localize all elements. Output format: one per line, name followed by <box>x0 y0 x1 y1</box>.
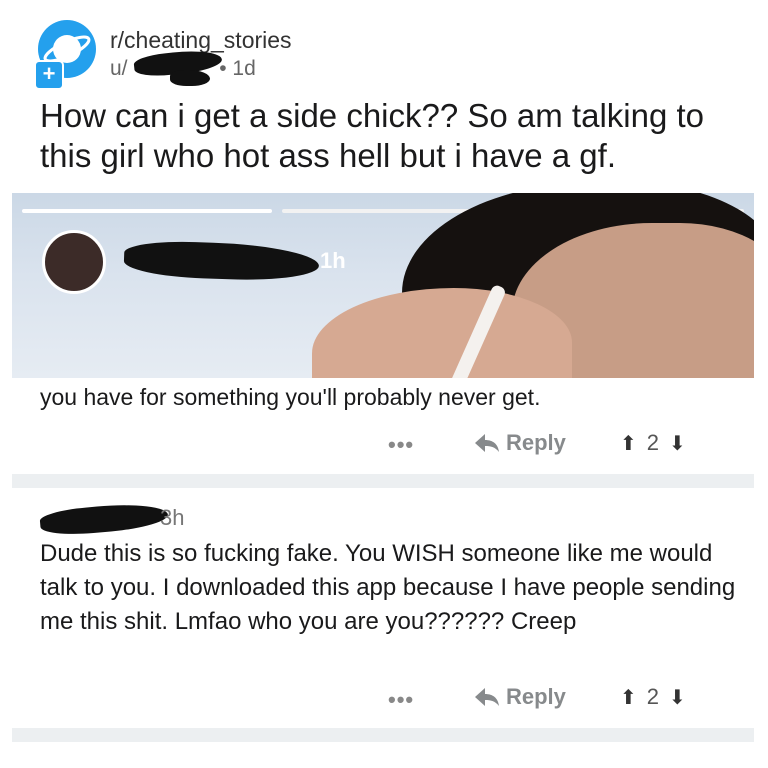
story-image[interactable]: 1h <box>12 193 754 378</box>
photo-shoulder <box>312 288 572 378</box>
vote-count: 2 <box>646 684 660 709</box>
downvote-icon[interactable]: ⬇ <box>669 685 686 710</box>
vote-count: 2 <box>646 430 660 455</box>
section-divider <box>12 728 754 742</box>
subreddit-name[interactable]: r/cheating_stories <box>110 27 292 54</box>
avatar[interactable] <box>42 230 106 294</box>
comment-text: Dude this is so fucking fake. You WISH s… <box>40 540 736 635</box>
story-progress-bar <box>22 209 272 213</box>
upvote-icon[interactable]: ⬆ <box>620 431 637 456</box>
join-plus-icon[interactable]: + <box>34 60 64 90</box>
vote-controls: ⬆ 2 ⬇ <box>620 430 686 456</box>
username-redaction <box>170 70 210 86</box>
section-divider <box>12 474 754 488</box>
reply-arrow-icon <box>475 688 499 706</box>
reply-label: Reply <box>506 684 566 709</box>
username-redaction <box>39 500 169 538</box>
story-reply-text: you have for something you'll probably n… <box>40 384 541 410</box>
downvote-icon[interactable]: ⬇ <box>669 431 686 456</box>
more-options-button[interactable]: ••• <box>388 687 414 713</box>
story-time: 1h <box>320 248 346 273</box>
reply-arrow-icon <box>475 434 499 452</box>
post-age: • 1d <box>219 57 256 80</box>
comment-time: 3h <box>160 505 185 530</box>
upvote-icon[interactable]: ⬆ <box>620 685 637 710</box>
vote-controls: ⬆ 2 ⬇ <box>620 684 686 710</box>
user-prefix[interactable]: u/ <box>110 57 128 80</box>
username-redaction <box>123 239 320 283</box>
more-options-button[interactable]: ••• <box>388 432 414 458</box>
post-title[interactable]: How can i get a side chick?? So am talki… <box>40 96 740 176</box>
reply-button[interactable]: Reply <box>474 430 566 456</box>
reply-button[interactable]: Reply <box>474 684 566 710</box>
reply-label: Reply <box>506 430 566 455</box>
